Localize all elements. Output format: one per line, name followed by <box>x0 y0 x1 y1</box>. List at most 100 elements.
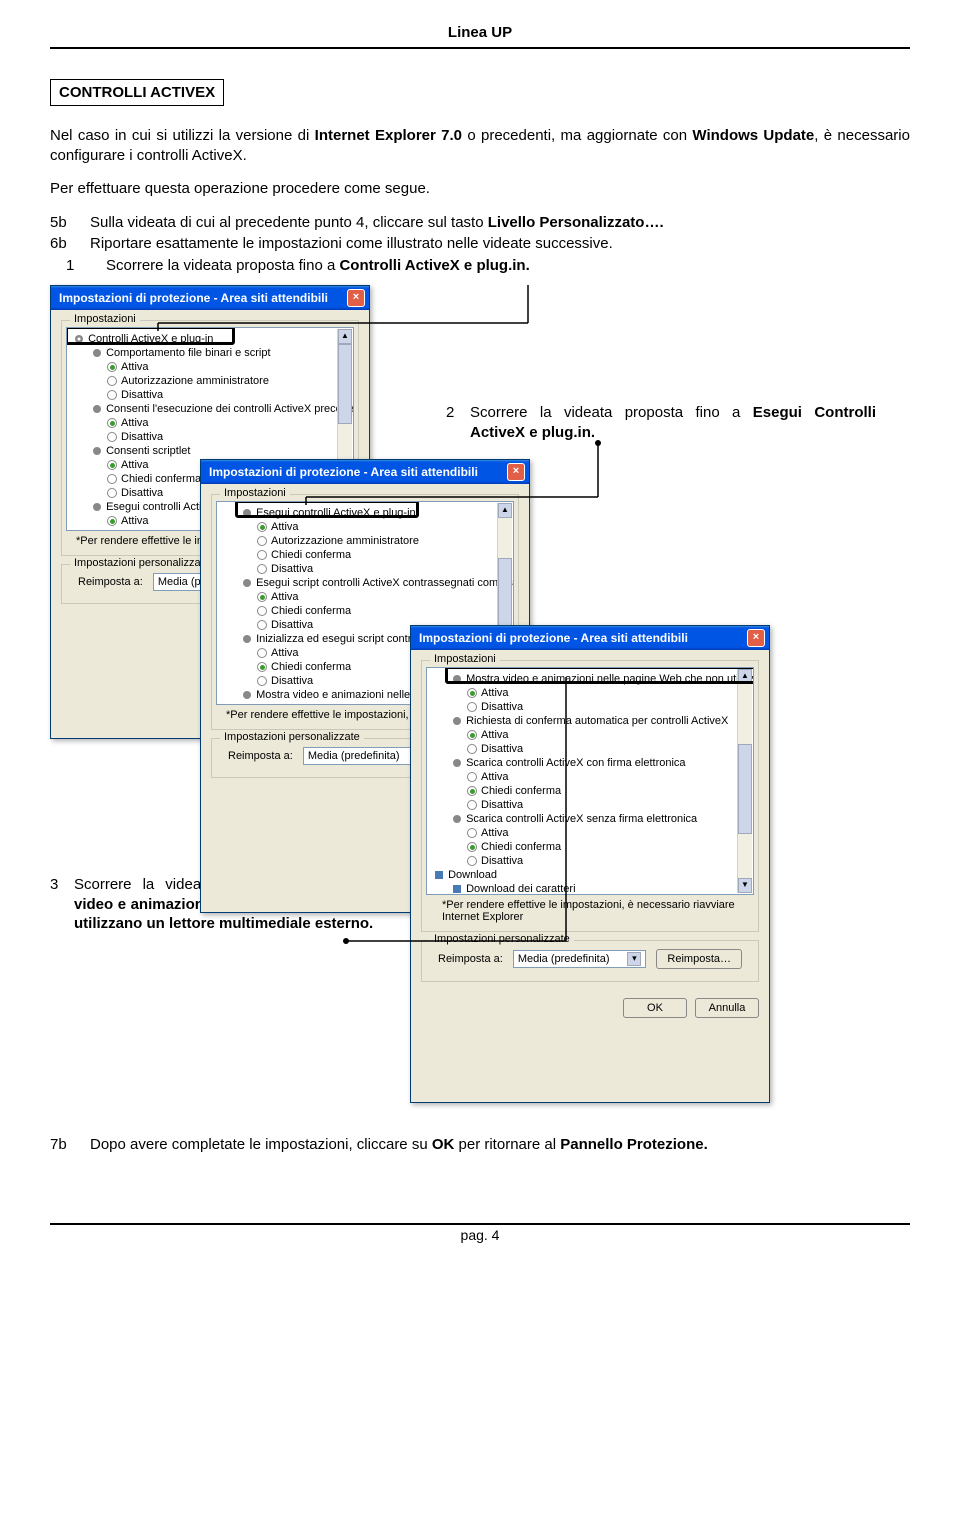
radio-icon[interactable] <box>257 620 267 630</box>
rule-top <box>50 47 910 49</box>
legend: Impostazioni <box>70 313 140 325</box>
item: Mostra video e animazioni nelle pagine W… <box>466 673 754 685</box>
chevron-down-icon: ▾ <box>627 952 641 966</box>
item: Attiva <box>121 417 149 429</box>
item: Chiedi conferma <box>481 785 561 797</box>
combo-value: Media (predefinita) <box>308 750 400 762</box>
gear-icon <box>451 673 463 685</box>
radio-icon[interactable] <box>107 460 117 470</box>
dialog-title: Impostazioni di protezione - Area siti a… <box>209 465 507 479</box>
radio-icon[interactable] <box>257 662 267 672</box>
radio-icon[interactable] <box>257 648 267 658</box>
item: Autorizzazione amministratore <box>271 535 419 547</box>
text: Dopo avere completate le impostazioni, c… <box>90 1136 432 1153</box>
item: Autorizzazione amministratore <box>121 375 269 387</box>
radio-icon[interactable] <box>467 744 477 754</box>
item: Chiedi conferma <box>271 549 351 561</box>
item: Attiva <box>271 591 299 603</box>
header-product: Linea UP <box>50 24 910 41</box>
gear-icon <box>241 689 253 701</box>
item: Controlli ActiveX e plug-in <box>88 333 213 345</box>
radio-icon[interactable] <box>107 432 117 442</box>
step-label: 1 <box>50 256 106 276</box>
legend: Impostazioni personalizzate <box>220 731 364 743</box>
radio-icon[interactable] <box>107 474 117 484</box>
item: Chiedi conferma <box>481 841 561 853</box>
intro-paragraph-2: Per effettuare questa operazione procede… <box>50 179 910 199</box>
bold: Pannello Protezione. <box>560 1136 708 1153</box>
gear-icon <box>451 757 463 769</box>
ok-button[interactable]: OK <box>623 998 687 1018</box>
radio-icon[interactable] <box>107 516 117 526</box>
fieldset-impostazioni: Impostazioni Mostra video e animazioni n… <box>421 660 759 932</box>
item: Scarica controlli ActiveX senza firma el… <box>466 813 697 825</box>
titlebar: Impostazioni di protezione - Area siti a… <box>51 286 369 310</box>
radio-icon[interactable] <box>467 856 477 866</box>
radio-icon[interactable] <box>107 418 117 428</box>
gear-icon <box>241 577 253 589</box>
radio-icon[interactable] <box>107 376 117 386</box>
radio-icon[interactable] <box>467 730 477 740</box>
close-icon[interactable]: × <box>347 289 365 307</box>
item: Disattiva <box>121 487 163 499</box>
item: Consenti scriptlet <box>106 445 190 457</box>
gear-icon <box>91 501 103 513</box>
radio-icon[interactable] <box>257 522 267 532</box>
combo-value: Media (predefinita) <box>518 953 610 965</box>
step-label: 7b <box>50 1135 90 1155</box>
item: Attiva <box>121 459 149 471</box>
item: Comportamento file binari e script <box>106 347 270 359</box>
reimposta-label: Reimposta a: <box>78 576 143 588</box>
step-label: 3 <box>50 875 74 934</box>
reimposta-label: Reimposta a: <box>228 750 293 762</box>
item: Chiedi conferma <box>121 473 201 485</box>
radio-icon[interactable] <box>107 390 117 400</box>
item: Disattiva <box>481 799 523 811</box>
radio-icon[interactable] <box>467 786 477 796</box>
step-7b: 7b Dopo avere completate le impostazioni… <box>50 1135 910 1155</box>
gear-icon <box>73 333 85 345</box>
titlebar: Impostazioni di protezione - Area siti a… <box>411 626 769 650</box>
download-icon <box>451 883 463 895</box>
radio-icon[interactable] <box>467 772 477 782</box>
radio-icon[interactable] <box>467 688 477 698</box>
radio-icon[interactable] <box>467 702 477 712</box>
text: Nel caso in cui si utilizzi la versione … <box>50 127 315 144</box>
radio-icon[interactable] <box>257 704 267 705</box>
item: Scarica controlli ActiveX con firma elet… <box>466 757 685 769</box>
bold: Windows Update <box>692 127 814 144</box>
item: Richiesta di conferma automatica per con… <box>466 715 728 727</box>
radio-icon[interactable] <box>467 842 477 852</box>
radio-icon[interactable] <box>257 550 267 560</box>
download-icon <box>433 869 445 881</box>
legend: Impostazioni <box>430 653 500 665</box>
close-icon[interactable]: × <box>747 629 765 647</box>
text: per ritornare al <box>454 1136 560 1153</box>
radio-icon[interactable] <box>257 606 267 616</box>
step-6b: 6b Riportare esattamente le impostazioni… <box>50 234 910 254</box>
annulla-button[interactable]: Annulla <box>695 998 759 1018</box>
radio-icon[interactable] <box>467 828 477 838</box>
scrollbar[interactable]: ▲▼ <box>737 669 752 893</box>
dialog-title: Impostazioni di protezione - Area siti a… <box>59 291 347 305</box>
radio-icon[interactable] <box>107 362 117 372</box>
radio-icon[interactable] <box>467 800 477 810</box>
reimposta-button[interactable]: Reimposta… <box>656 949 742 969</box>
radio-icon[interactable] <box>107 530 117 531</box>
radio-icon[interactable] <box>257 676 267 686</box>
radio-icon[interactable] <box>257 536 267 546</box>
text: Sulla videata di cui al precedente punto… <box>90 214 488 231</box>
reimposta-combo[interactable]: Media (predefinita) ▾ <box>513 950 647 968</box>
text: Riportare esattamente le impostazioni co… <box>90 234 910 254</box>
legend: Impostazioni <box>220 487 290 499</box>
item: Disattiva <box>121 431 163 443</box>
item: Chiedi conferma <box>271 661 351 673</box>
item: Download <box>448 869 497 881</box>
radio-icon[interactable] <box>107 488 117 498</box>
radio-icon[interactable] <box>257 592 267 602</box>
radio-icon[interactable] <box>257 564 267 574</box>
step-1: 1 Scorrere la videata proposta fino a Co… <box>50 256 910 276</box>
close-icon[interactable]: × <box>507 463 525 481</box>
item: Attiva <box>271 703 299 705</box>
settings-listbox[interactable]: Mostra video e animazioni nelle pagine W… <box>426 667 754 895</box>
